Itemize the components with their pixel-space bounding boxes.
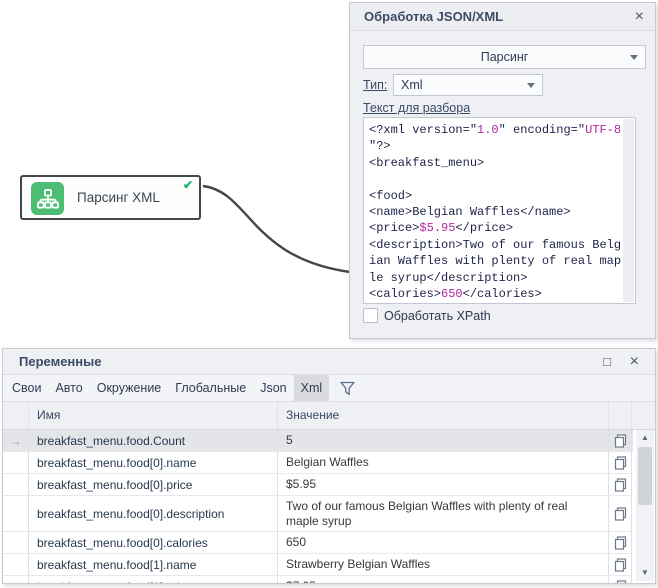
header-gutter (3, 402, 29, 429)
xml-code: <?xml version="1.0" encoding="UTF-8"?><b… (369, 122, 622, 303)
copy-icon[interactable] (609, 532, 632, 553)
column-header-value[interactable]: Значение (278, 402, 609, 429)
row-gutter (3, 452, 29, 473)
tab-авто[interactable]: Авто (48, 375, 89, 401)
variable-value: 5 (278, 430, 609, 451)
type-dropdown-value: Xml (401, 75, 522, 95)
xml-code-line: <name>Belgian Waffles</name> (369, 204, 622, 220)
row-gutter (3, 532, 29, 553)
variable-name: breakfast_menu.food[0].description (29, 496, 278, 531)
inspector-header: Обработка JSON/XML × (350, 3, 655, 31)
tab-свои[interactable]: Свои (5, 375, 48, 401)
variable-name: breakfast_menu.food[1].name (29, 554, 278, 575)
variable-value: $7.95 (278, 576, 609, 583)
current-row-arrow-icon: → (3, 430, 29, 451)
chevron-down-icon (527, 83, 535, 88)
variable-value: Belgian Waffles (278, 452, 609, 473)
table-row[interactable]: breakfast_menu.food[0].descriptionTwo of… (3, 496, 633, 532)
table-row[interactable]: breakfast_menu.food[0].nameBelgian Waffl… (3, 452, 633, 474)
xml-code-line: <?xml version="1.0" encoding="UTF-8 (369, 122, 622, 138)
table-row[interactable]: →breakfast_menu.food.Count5 (3, 430, 633, 452)
variables-titlebar: Переменные □ × (3, 349, 655, 375)
tab-json[interactable]: Json (253, 375, 293, 401)
action-dropdown[interactable]: Парсинг (363, 45, 646, 69)
xpath-checkbox[interactable] (363, 308, 378, 323)
xml-code-line (369, 171, 622, 187)
xml-code-line: "?> (369, 138, 622, 154)
scrollbar-thumb[interactable] (638, 447, 652, 505)
success-check-icon: ✔ (183, 178, 193, 192)
column-header-name[interactable]: Имя (29, 402, 278, 429)
inspector-title: Обработка JSON/XML (364, 3, 503, 31)
table-row[interactable]: breakfast_menu.food[1].price$7.95 (3, 576, 633, 583)
copy-icon[interactable] (609, 496, 632, 531)
variable-value: $5.95 (278, 474, 609, 495)
maximize-icon[interactable]: □ (603, 354, 611, 370)
variable-name: breakfast_menu.food[0].price (29, 474, 278, 495)
row-gutter (3, 554, 29, 575)
variable-value: Two of our famous Belgian Waffles with p… (278, 496, 609, 531)
variables-title: Переменные (19, 349, 101, 375)
xml-code-line: </food> (369, 302, 622, 304)
variable-name: breakfast_menu.food[1].price (29, 576, 278, 583)
xml-textarea[interactable]: <?xml version="1.0" encoding="UTF-8"?><b… (363, 117, 636, 304)
table-row[interactable]: breakfast_menu.food[0].calories650 (3, 532, 633, 554)
inspector-panel: Обработка JSON/XML × Парсинг Тип: Xml Те… (349, 2, 656, 339)
copy-icon[interactable] (609, 430, 632, 451)
xml-code-line: <breakfast_menu> (369, 155, 622, 171)
sitemap-icon (31, 182, 64, 215)
variables-panel: Переменные □ × СвоиАвтоОкружениеГлобальн… (2, 348, 656, 584)
row-gutter (3, 474, 29, 495)
variable-name: breakfast_menu.food[0].calories (29, 532, 278, 553)
parse-text-label[interactable]: Текст для разбора (363, 101, 470, 115)
textarea-scrollbar[interactable] (623, 119, 634, 302)
scroll-up-icon[interactable]: ▲ (636, 430, 654, 446)
tab-xml[interactable]: Xml (294, 375, 330, 401)
copy-icon[interactable] (609, 576, 632, 583)
type-label[interactable]: Тип: (363, 78, 387, 92)
type-dropdown[interactable]: Xml (393, 74, 543, 96)
table-scrollbar[interactable]: ▲ ▼ (636, 430, 654, 581)
copy-icon[interactable] (609, 554, 632, 575)
xml-code-line: <calories>650</calories> (369, 286, 622, 302)
row-gutter (3, 576, 29, 583)
table-row[interactable]: breakfast_menu.food[0].price$5.95 (3, 474, 633, 496)
variable-name: breakfast_menu.food[0].name (29, 452, 278, 473)
xml-code-line: le syrup</description> (369, 270, 622, 286)
header-copy-column (609, 402, 632, 429)
variables-tabs: СвоиАвтоОкружениеГлобальныеJsonXml (3, 375, 655, 402)
xml-code-line: ian Waffles with plenty of real map (369, 253, 622, 269)
action-dropdown-value: Парсинг (384, 46, 625, 68)
variable-name: breakfast_menu.food.Count (29, 430, 278, 451)
node-label: Парсинг XML (77, 177, 160, 218)
chevron-down-icon (630, 55, 638, 60)
scroll-down-icon[interactable]: ▼ (636, 565, 654, 581)
tab-окружение[interactable]: Окружение (90, 375, 169, 401)
xml-code-line: <food> (369, 188, 622, 204)
variables-table-body: →breakfast_menu.food.Count5breakfast_men… (3, 430, 633, 583)
table-row[interactable]: breakfast_menu.food[1].nameStrawberry Be… (3, 554, 633, 576)
xml-code-line: <description>Two of our famous Belg (369, 237, 622, 253)
variable-value: Strawberry Belgian Waffles (278, 554, 609, 575)
copy-icon[interactable] (609, 452, 632, 473)
variable-value: 650 (278, 532, 609, 553)
close-icon[interactable]: × (630, 354, 639, 370)
workflow-node-parsing-xml[interactable]: Парсинг XML ✔ (20, 175, 201, 220)
xml-code-line: <price>$5.95</price> (369, 220, 622, 236)
close-icon[interactable]: × (635, 9, 644, 25)
row-gutter (3, 496, 29, 531)
header-scroll-spacer (632, 402, 653, 429)
tab-глобальные[interactable]: Глобальные (168, 375, 253, 401)
filter-funnel-icon[interactable] (339, 380, 356, 401)
xpath-checkbox-label: Обработать XPath (384, 309, 491, 323)
table-header: Имя Значение (3, 402, 655, 430)
copy-icon[interactable] (609, 474, 632, 495)
